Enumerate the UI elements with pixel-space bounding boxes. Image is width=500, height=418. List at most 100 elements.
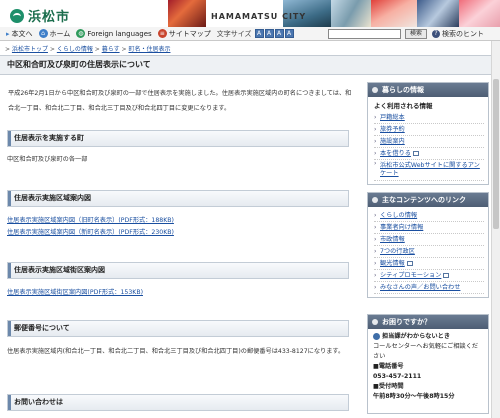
main-contents-box: 主なコンテンツへのリンク くらしの情報 事業者向け情報 市政情報 7つの行政区 … — [367, 192, 489, 298]
list-item-link[interactable]: 事業者向け情報 — [380, 224, 423, 231]
sitemap-icon: ≡ — [157, 29, 167, 38]
popular-info-list: 戸籍総本 旅券予約 施設案内 本を借りる 浜松市公式Webサイトに関するアンケー… — [368, 112, 488, 184]
search-help-link[interactable]: ? 検索のヒント — [432, 29, 484, 39]
hours-label: ■受付時間 — [373, 383, 404, 390]
list-item[interactable]: 旅券予約 — [374, 124, 484, 136]
main-contents-list: くらしの情報 事業者向け情報 市政情報 7つの行政区 観光情報 シティプロモーシ… — [368, 207, 488, 297]
city-logo-icon — [10, 8, 24, 23]
pdf-link[interactable]: 住居表示実施区域案内図（旧町名表示）(PDF形式：188KB) — [7, 215, 174, 224]
foreign-languages-link[interactable]: ◍ Foreign languages — [76, 29, 152, 38]
list-item[interactable]: くらしの情報 — [374, 210, 484, 222]
main-contents-heading: 主なコンテンツへのリンク — [368, 193, 488, 207]
breadcrumb: > 浜松市トップ > くらしの情報 > 暮らす > 町名・住居表示 — [5, 44, 170, 53]
list-item[interactable]: みなさんの声／お問い合わせ — [374, 282, 484, 294]
font-size-button[interactable]: A — [264, 29, 274, 38]
new-window-icon — [443, 272, 450, 278]
search-help-label: 検索のヒント — [442, 30, 484, 38]
pdf-link[interactable]: 住居表示実施区域案内図（新町名表示）(PDF形式：230KB) — [7, 227, 174, 236]
help-callcenter-text: コールセンターへお気軽にご相談ください — [373, 343, 479, 360]
breadcrumb-separator: > — [5, 46, 12, 53]
search-button[interactable]: 検索 — [405, 29, 427, 39]
question-icon: ? — [432, 30, 440, 38]
list-item-link[interactable]: 本を借りる — [380, 150, 411, 157]
section-heading: 住居表示実施区域街区案内図 — [7, 262, 349, 279]
page-scrollbar[interactable] — [491, 41, 500, 418]
new-window-icon — [412, 150, 419, 156]
list-item[interactable]: 観光情報 — [374, 258, 484, 270]
list-item-link[interactable]: 7つの行政区 — [380, 248, 415, 255]
section-heading: 住居表示を実施する町 — [7, 130, 349, 147]
list-item-link[interactable]: 旅券予約 — [380, 126, 405, 133]
section-heading: お問い合わせは — [7, 394, 349, 411]
font-size-label: 文字サイズ — [216, 29, 252, 38]
font-size-control: 文字サイズ A A A A — [217, 29, 294, 39]
help-heading: お困りですか？ — [368, 315, 488, 329]
site-logo[interactable]: 浜松市 — [10, 6, 70, 25]
list-item-link[interactable]: 観光情報 — [380, 260, 405, 267]
help-box: お困りですか？ 担当課がわからないとき コールセンターへお気軽にご相談ください … — [367, 314, 489, 414]
list-item[interactable]: 7つの行政区 — [374, 246, 484, 258]
list-item[interactable]: 浜松市公式Webサイトに関するアンケート — [374, 160, 484, 181]
search-input[interactable] — [328, 29, 401, 39]
header-photo — [417, 0, 459, 27]
header-photo — [331, 0, 371, 27]
breadcrumb-separator: > — [49, 46, 57, 53]
city-name-en: HAMAMATSU CITY — [211, 12, 307, 21]
breadcrumb-item[interactable]: 町名・住居表示 — [128, 46, 170, 53]
site-header: 浜松市 HAMAMATSU CITY — [0, 0, 500, 27]
list-item[interactable]: 施設案内 — [374, 136, 484, 148]
living-info-box: 暮らしの情報 よく利用される情報 戸籍総本 旅券予約 施設案内 本を借りる 浜松… — [367, 82, 489, 185]
popular-info-heading: よく利用される情報 — [374, 102, 433, 110]
home-label: ホーム — [49, 29, 71, 38]
new-window-icon — [406, 260, 413, 266]
skip-to-content-link[interactable]: ▸ 本文へ — [6, 29, 33, 39]
list-item-link[interactable]: みなさんの声／お問い合わせ — [380, 284, 460, 291]
section-heading: 郵便番号について — [7, 320, 349, 337]
scrollbar-thumb[interactable] — [493, 79, 499, 229]
help-question-text: 担当課がわからないとき — [382, 333, 451, 340]
phone-number: 053-457-2111 — [373, 373, 422, 380]
sitemap-label: サイトマップ — [168, 29, 211, 38]
home-link[interactable]: ⌂ ホーム — [38, 29, 71, 39]
home-icon: ⌂ — [38, 29, 48, 38]
list-item-link[interactable]: 浜松市公式Webサイトに関するアンケート — [380, 162, 480, 177]
help-question: 担当課がわからないとき — [373, 332, 483, 342]
breadcrumb-item[interactable]: 浜松市トップ — [12, 46, 48, 53]
intro-text: 平成26年2月1日から中区和合町及び泉町の一部で住居表示を実施しました。住居表示… — [8, 90, 352, 112]
section-heading: 住居表示実施区域案内図 — [7, 190, 349, 207]
pdf-link[interactable]: 住居表示実施区域街区案内図(PDF形式：153KB) — [7, 287, 143, 296]
list-item[interactable]: 本を借りる — [374, 148, 484, 160]
sitemap-link[interactable]: ≡ サイトマップ — [157, 29, 211, 39]
list-item-link[interactable]: 市政情報 — [380, 236, 405, 243]
list-item-link[interactable]: シティプロモーション — [380, 272, 441, 279]
globe-icon: ◍ — [76, 29, 86, 38]
hours-text: 午前8時30分～午後8時15分 — [373, 393, 455, 400]
breadcrumb-separator: > — [94, 46, 102, 53]
list-item-link[interactable]: 施設案内 — [380, 138, 405, 145]
list-item-link[interactable]: 戸籍総本 — [380, 114, 405, 121]
site-logo-text: 浜松市 — [28, 10, 71, 25]
breadcrumb-item[interactable]: 暮らす — [102, 46, 120, 53]
person-icon — [373, 332, 380, 340]
section-text: 住居表示実施区域内(和合北一丁目、和合北二丁目、和合北三丁目及び和合北四丁目)の… — [7, 348, 345, 355]
header-photo — [168, 0, 206, 27]
font-size-button[interactable]: A — [284, 29, 294, 38]
foreign-languages-label: Foreign languages — [87, 29, 152, 38]
help-body: 担当課がわからないとき コールセンターへお気軽にご相談ください ■電話番号 05… — [368, 329, 488, 405]
font-size-button[interactable]: A — [254, 29, 264, 38]
list-item[interactable]: シティプロモーション — [374, 270, 484, 282]
phone-label: ■電話番号 — [373, 363, 404, 370]
arrow-right-icon: ▸ — [6, 29, 10, 38]
list-item-link[interactable]: くらしの情報 — [380, 212, 417, 219]
skip-to-content-label: 本文へ — [11, 29, 33, 38]
header-photo — [459, 0, 500, 27]
living-info-heading: 暮らしの情報 — [368, 83, 488, 97]
header-photo — [371, 0, 417, 27]
breadcrumb-item[interactable]: くらしの情報 — [57, 46, 93, 53]
list-item[interactable]: 戸籍総本 — [374, 112, 484, 124]
section-text: 中区和合町及び泉町の各一部 — [7, 156, 88, 163]
list-item[interactable]: 事業者向け情報 — [374, 222, 484, 234]
list-item[interactable]: 市政情報 — [374, 234, 484, 246]
page-title: 中区和合町及び泉町の住居表示について — [0, 55, 500, 75]
font-size-button[interactable]: A — [274, 29, 284, 38]
